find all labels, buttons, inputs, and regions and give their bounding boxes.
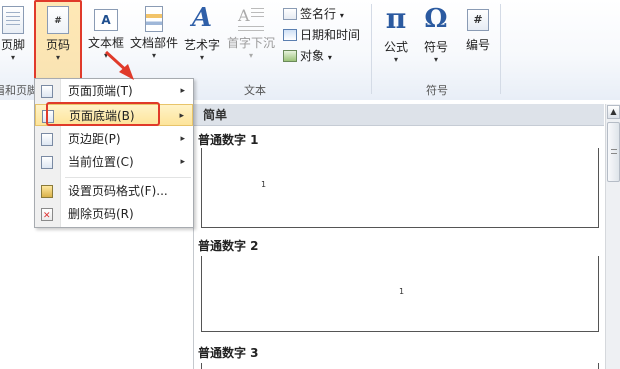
textbox-button[interactable]: A 文本框 ▾: [84, 6, 128, 61]
number-icon: #: [467, 9, 489, 31]
drop-cap-button[interactable]: A 首字下沉 ▾: [224, 4, 278, 61]
symbol-button[interactable]: Ω 符号 ▾: [418, 4, 454, 65]
pi-icon: π: [385, 2, 407, 35]
menu-item-format-page-numbers[interactable]: 设置页码格式(F)...: [35, 180, 193, 202]
number-label: 编号: [465, 38, 490, 52]
chevron-down-icon: ▾: [393, 55, 398, 64]
gallery-item-plain-number-2[interactable]: 1: [201, 256, 599, 332]
footer-button[interactable]: 页脚 ▾: [0, 6, 30, 63]
scroll-thumb[interactable]: [607, 122, 620, 182]
menu-item-label: 页边距(P): [68, 132, 121, 146]
quick-parts-icon: [145, 6, 163, 32]
signature-line-button[interactable]: 签名行 ▾: [283, 5, 344, 22]
bottom-of-page-highlight: [46, 102, 160, 126]
page-number-preview: 1: [399, 287, 405, 296]
scroll-up-button[interactable]: ▲: [607, 105, 620, 119]
quick-parts-button[interactable]: 文档部件 ▾: [128, 6, 180, 61]
submenu-arrow-icon: ▸: [180, 157, 185, 167]
delete-icon: [41, 205, 53, 227]
footer-label: 页脚: [0, 38, 25, 52]
menu-item-label: 页面顶端(T): [68, 84, 133, 98]
menu-item-current-position[interactable]: 当前位置(C) ▸: [35, 151, 193, 173]
page-number-label: 页码: [45, 38, 70, 52]
menu-item-label: 当前位置(C): [68, 155, 134, 169]
menu-item-remove-page-numbers[interactable]: 删除页码(R): [35, 203, 193, 227]
chevron-down-icon: ▾: [10, 53, 15, 62]
quick-parts-label: 文档部件: [129, 36, 178, 50]
object-label: 对象: [300, 49, 325, 63]
drop-cap-icon: A: [238, 4, 264, 32]
page-number-icon: #: [47, 6, 69, 34]
textbox-label: 文本框: [87, 36, 124, 50]
page-number-button[interactable]: # 页码 ▾: [38, 6, 78, 63]
menu-divider: [65, 177, 191, 178]
page-number-preview: 1: [261, 180, 267, 189]
wordart-button[interactable]: A 艺术字 ▾: [181, 4, 223, 63]
gallery-item-title: 普通数字 3: [198, 346, 259, 360]
menu-item-page-margins[interactable]: 页边距(P) ▸: [35, 128, 193, 150]
wordart-label: 艺术字: [183, 38, 220, 52]
symbol-label: 符号: [423, 40, 448, 54]
menu-item-label: 设置页码格式(F)...: [68, 184, 168, 198]
submenu-arrow-icon: ▸: [180, 134, 185, 144]
group-label-symbols: 符号: [426, 84, 448, 97]
equation-label: 公式: [383, 40, 408, 54]
textbox-icon: A: [94, 9, 118, 31]
grip-icon: [611, 149, 617, 154]
chevron-down-icon: ▾: [433, 55, 438, 64]
gallery-item-plain-number-3[interactable]: [201, 363, 599, 369]
equation-button[interactable]: π 公式 ▾: [378, 4, 414, 65]
submenu-arrow-icon: ▸: [179, 111, 184, 121]
object-button[interactable]: 对象 ▾: [283, 47, 332, 64]
chevron-down-icon: ▾: [199, 53, 204, 62]
group-label-header-footer: 眉和页脚: [0, 84, 38, 97]
current-position-icon: [41, 156, 53, 169]
date-time-button[interactable]: 日期和时间: [283, 26, 360, 43]
menu-item-top-of-page[interactable]: 页面顶端(T) ▸: [35, 80, 193, 102]
omega-icon: Ω: [424, 4, 448, 34]
page-margin-icon: [41, 133, 53, 146]
chevron-down-icon: ▾: [103, 51, 108, 60]
date-time-label: 日期和时间: [300, 28, 361, 42]
chevron-down-icon: ▾: [248, 51, 253, 60]
footer-icon: [2, 6, 24, 34]
chevron-down-icon: ▾: [327, 53, 332, 62]
chevron-down-icon: ▾: [151, 51, 156, 60]
gallery-item-title: 普通数字 2: [198, 239, 259, 253]
calendar-icon: [283, 29, 297, 41]
wordart-icon: A: [191, 3, 213, 33]
page-number-gallery: 简单 普通数字 1 1 普通数字 2 1 普通数字 3 ▲: [193, 104, 620, 369]
drop-cap-label: 首字下沉: [226, 36, 275, 50]
chevron-down-icon: ▾: [55, 53, 60, 62]
number-button[interactable]: # 编号: [460, 6, 496, 53]
page-top-icon: [41, 85, 53, 98]
gallery-section-header: 简单: [194, 104, 604, 126]
signature-icon: [283, 8, 297, 20]
submenu-arrow-icon: ▸: [180, 86, 185, 96]
group-label-text: 文本: [244, 84, 266, 97]
signature-label: 签名行: [300, 7, 337, 21]
gallery-scrollbar[interactable]: ▲: [605, 104, 620, 369]
gallery-item-title: 普通数字 1: [198, 133, 259, 147]
menu-item-label: 删除页码(R): [68, 207, 134, 221]
chevron-down-icon: ▾: [339, 11, 344, 20]
format-settings-icon: [41, 185, 53, 198]
gallery-item-plain-number-1[interactable]: 1: [201, 148, 599, 228]
page-number-menu: 页面顶端(T) ▸ 页面底端(B) ▸ 页边距(P) ▸ 当前位置(C) ▸ 设…: [34, 78, 194, 228]
object-icon: [283, 50, 297, 62]
